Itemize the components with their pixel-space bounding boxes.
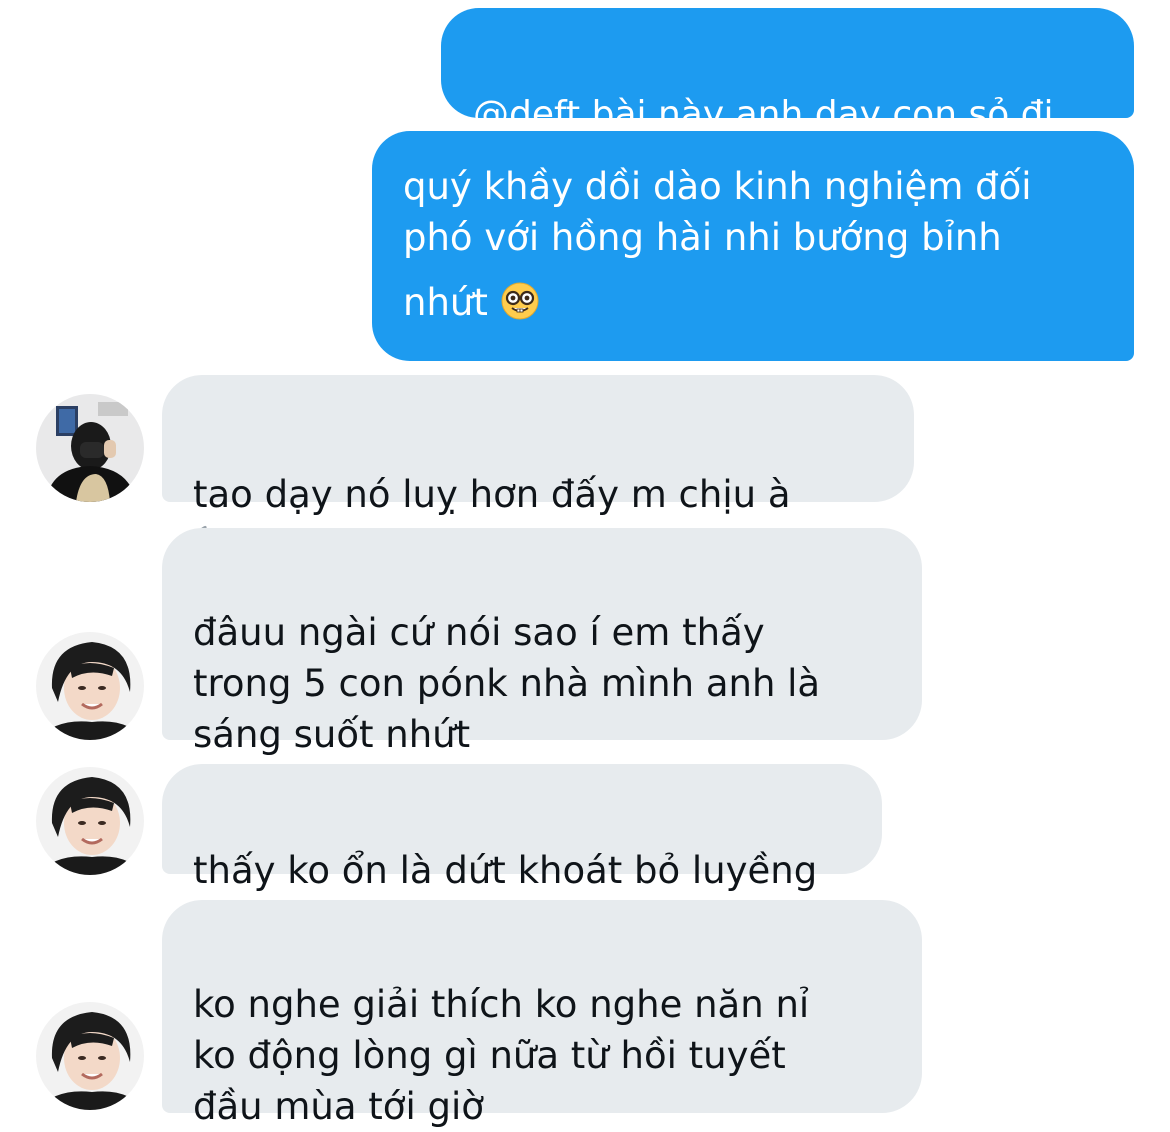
nerd-face-icon — [500, 281, 540, 334]
message-text: đâuu ngài cứ nói sao í em thấy trong 5 c… — [193, 611, 821, 756]
received-message-bubble[interactable]: đâuu ngài cứ nói sao í em thấy trong 5 c… — [162, 528, 922, 756]
message-text-line: phó với hồng hài nhi bướng bỉnh — [403, 216, 1002, 259]
message-text: ko nghe giải thích ko nghe năn nỉ ko độn… — [193, 983, 810, 1128]
avatar[interactable] — [36, 767, 144, 875]
received-message-bubble[interactable]: thấy ko ổn là dứt khoát bỏ luyềng — [162, 764, 882, 892]
avatar[interactable] — [36, 394, 144, 502]
received-message-bubble[interactable]: tao dạy nó luỵ hơn đấy m chịu à — [162, 375, 914, 554]
message-text: @deft bài này anh dạy con sỏ đi — [473, 94, 1054, 135]
message-text-line: nhứt — [403, 277, 540, 334]
message-text: thấy ko ổn là dứt khoát bỏ luyềng — [193, 849, 818, 892]
message-text: tao dạy nó luỵ hơn đấy m chịu à — [193, 473, 791, 516]
sent-message-bubble[interactable]: quý khầy dồi dào kinh nghiệm đối phó với… — [372, 131, 1134, 361]
sent-message-bubble[interactable]: @deft bài này anh dạy con sỏ đi — [441, 8, 1134, 135]
message-text-line: quý khầy dồi dào kinh nghiệm đối — [403, 165, 1032, 208]
received-message-bubble[interactable]: ko nghe giải thích ko nghe năn nỉ ko độn… — [162, 900, 922, 1128]
avatar[interactable] — [36, 1002, 144, 1110]
avatar[interactable] — [36, 632, 144, 740]
